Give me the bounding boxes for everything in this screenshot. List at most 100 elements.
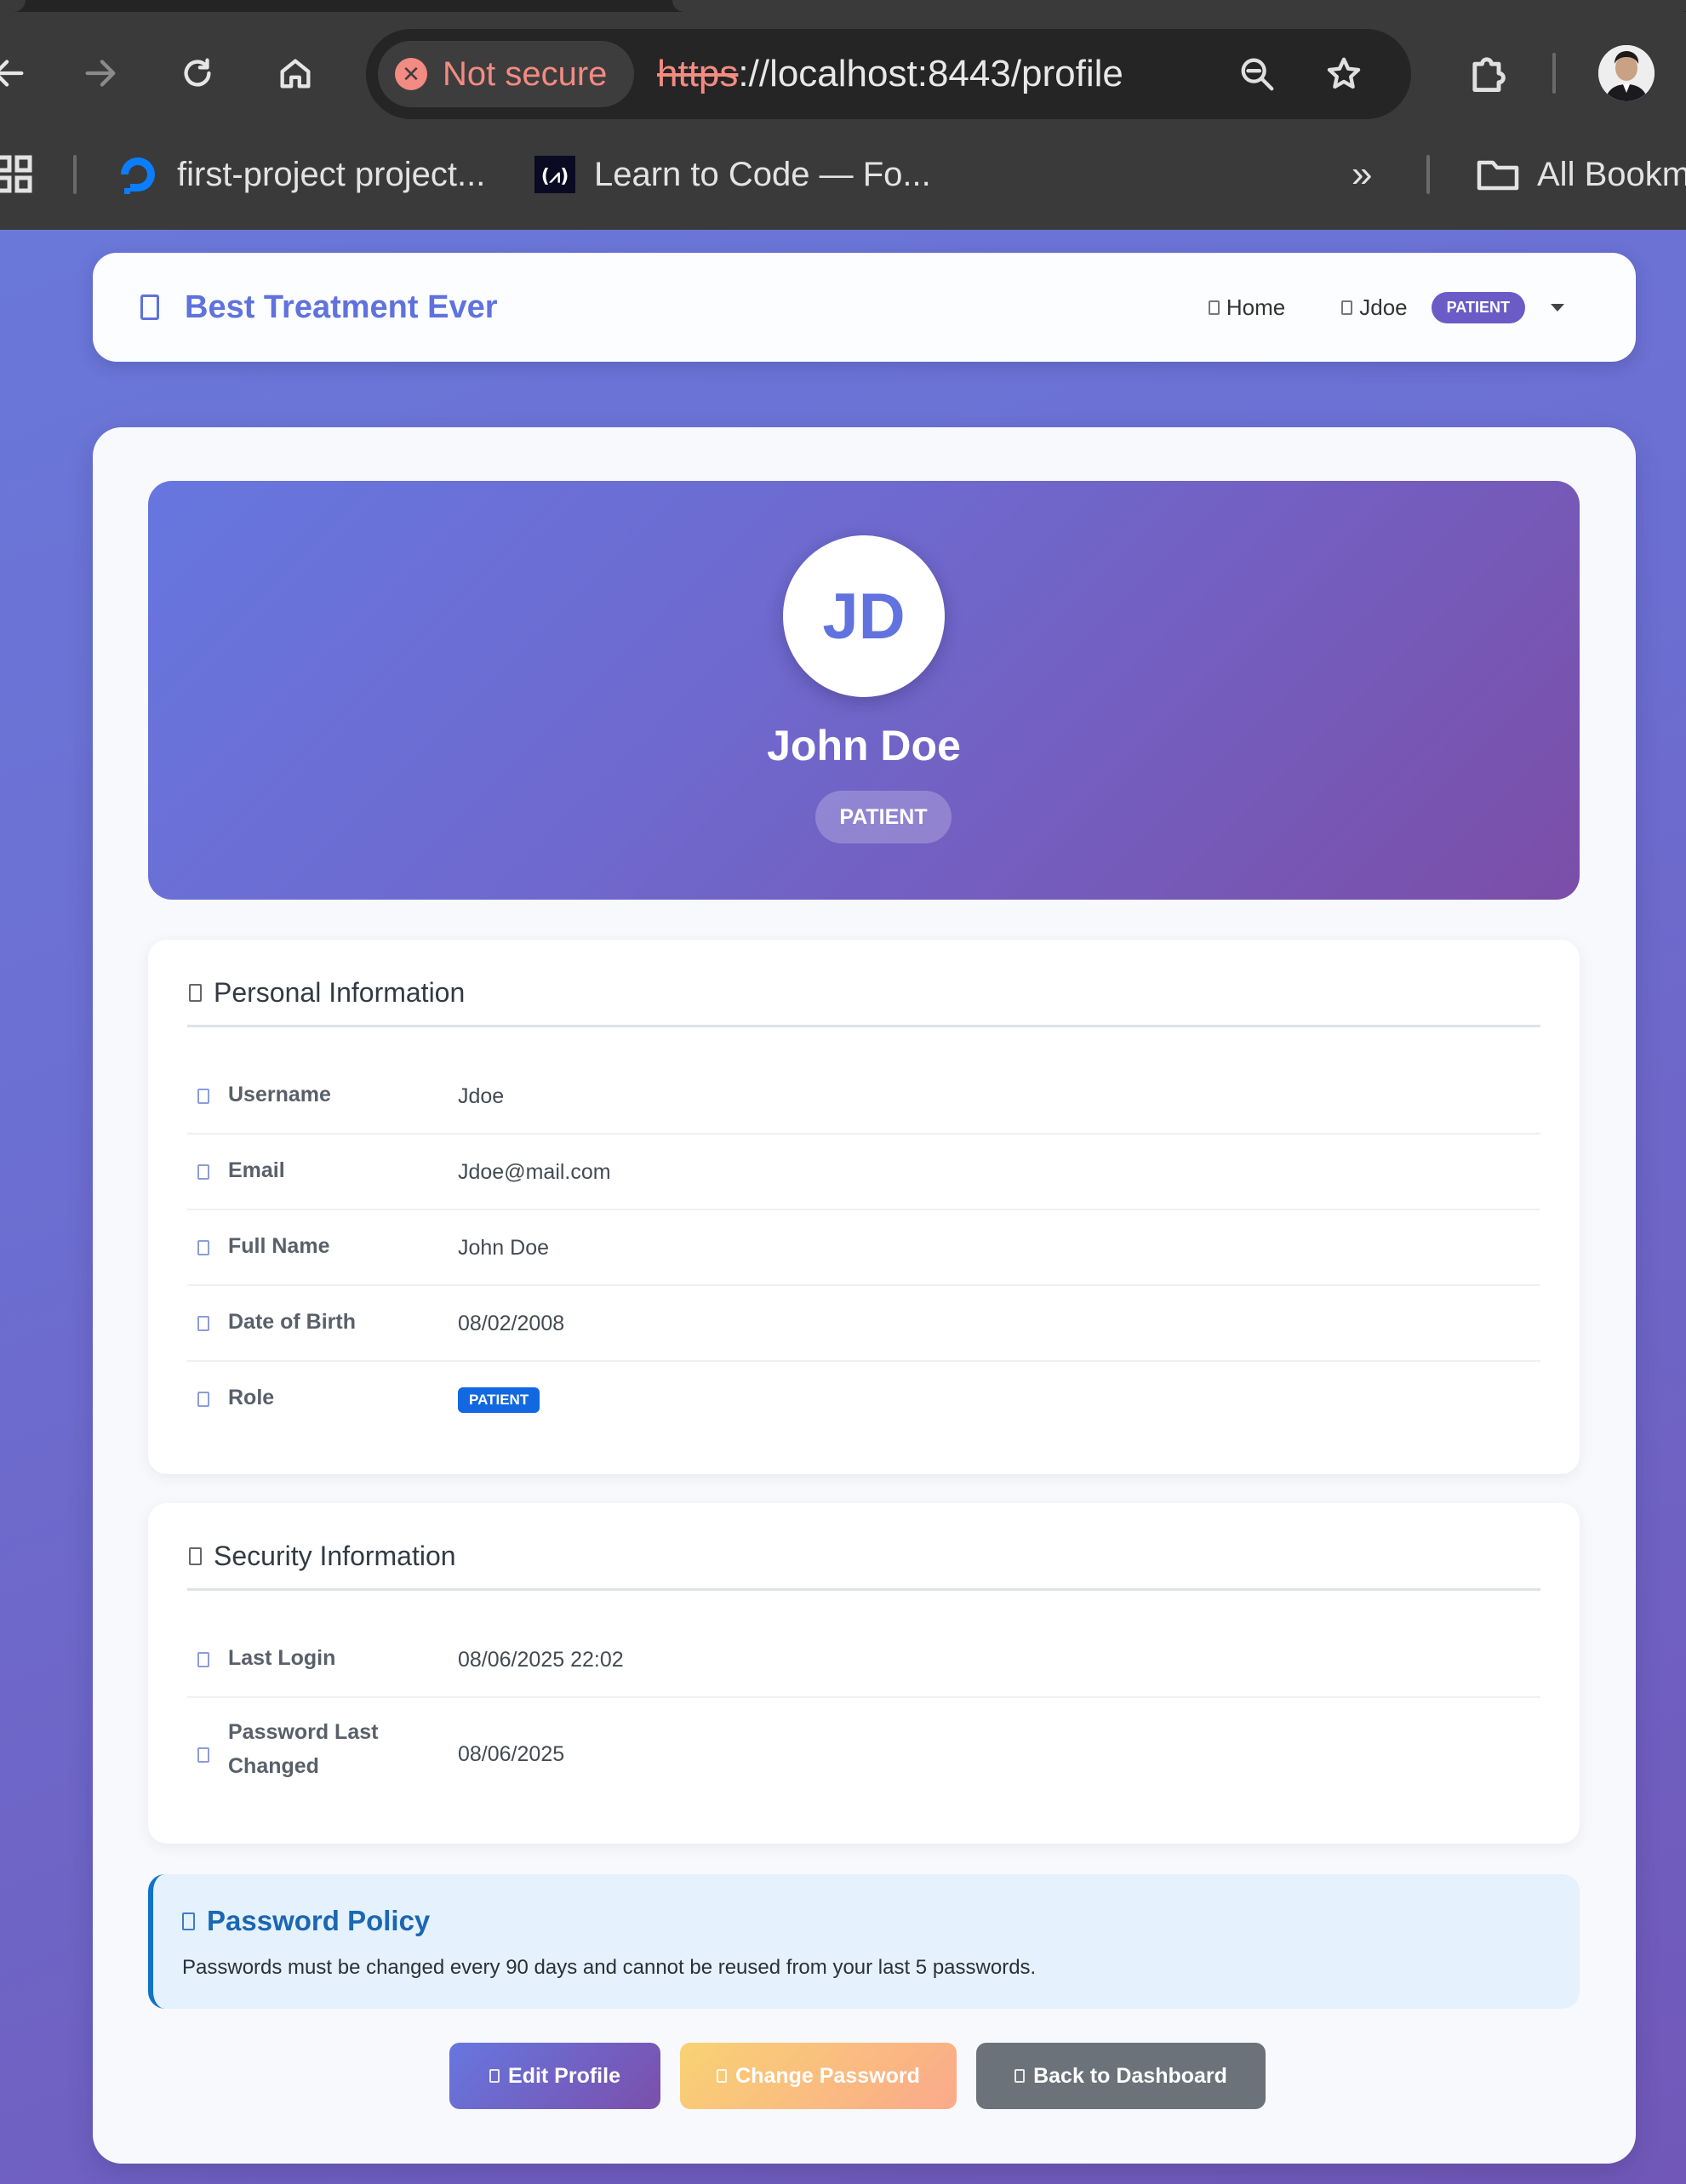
edit-icon: [489, 2069, 500, 2083]
extensions-button[interactable]: [1457, 43, 1518, 104]
url-text[interactable]: https://localhost:8443/profile: [657, 29, 1123, 119]
home-icon: [280, 59, 311, 89]
section-title: Personal Information: [189, 977, 465, 1009]
arrow-left-icon: [1014, 2069, 1026, 2083]
info-label: Full Name: [228, 1234, 330, 1258]
caret-down-icon: [1551, 303, 1564, 312]
reload-button[interactable]: [167, 43, 228, 104]
brand-name: Best Treatment Ever: [185, 289, 498, 325]
profile-avatar[interactable]: [1598, 45, 1655, 101]
section-divider: [187, 1588, 1540, 1591]
toolbar-divider: [1552, 53, 1556, 94]
apps-button[interactable]: [0, 145, 36, 204]
bookmark-label: first-project project...: [177, 155, 486, 193]
profile-role-badge: PATIENT: [815, 791, 952, 843]
section-title-text: Security Information: [214, 1541, 456, 1571]
double-chevron-icon: »: [1352, 153, 1373, 195]
nav-home-label: Home: [1226, 294, 1286, 320]
url-scheme: https: [657, 53, 739, 94]
key-icon: [197, 1747, 209, 1763]
info-value: Jdoe@mail.com: [458, 1160, 611, 1184]
all-bookmarks-button[interactable]: All Bookm: [1476, 145, 1686, 204]
section-title: Security Information: [189, 1541, 456, 1572]
user-circle-icon: [189, 984, 202, 1002]
security-info-section: Security Information Last Login 08/06/20…: [148, 1503, 1580, 1844]
hospital-icon: [140, 294, 159, 320]
profile-name: John Doe: [767, 722, 961, 769]
app-navbar: Best Treatment Ever Home Jdoe PATIENT: [93, 253, 1636, 362]
info-row-password-changed: Password Last Changed 08/06/2025: [187, 1698, 1540, 1809]
policy-text: Passwords must be changed every 90 days …: [182, 1956, 1037, 1979]
info-value: John Doe: [458, 1236, 550, 1260]
tab-strip: [0, 0, 1686, 12]
info-icon: [182, 1912, 195, 1930]
brand-link[interactable]: Best Treatment Ever: [140, 253, 498, 362]
user-icon: [197, 1089, 209, 1104]
calendar-icon: [197, 1316, 209, 1331]
zoom-button[interactable]: [1231, 48, 1283, 100]
user-icon: [1341, 300, 1353, 315]
role-badge: PATIENT: [1431, 291, 1525, 323]
info-value: 08/06/2025 22:02: [458, 1648, 624, 1672]
user-dropdown-toggle[interactable]: Jdoe PATIENT: [1341, 291, 1564, 323]
all-bookmarks-label: All Bookm: [1537, 155, 1686, 193]
info-label: Username: [228, 1083, 331, 1106]
bookmark-divider: [1426, 155, 1430, 194]
navbar-menu: Home Jdoe PATIENT: [1152, 253, 1564, 362]
back-button[interactable]: [0, 43, 39, 104]
nav-home-link[interactable]: Home: [1208, 294, 1286, 321]
section-divider: [187, 1025, 1540, 1027]
info-label: Role: [228, 1386, 275, 1409]
password-policy-alert: Password Policy Passwords must be change…: [148, 1874, 1580, 2009]
avatar: JD: [783, 535, 945, 697]
bookmark-divider: [73, 155, 77, 194]
address-bar[interactable]: ✕ Not secure https://localhost:8443/prof…: [366, 29, 1411, 119]
info-value: PATIENT: [458, 1386, 540, 1413]
change-password-button[interactable]: Change Password: [680, 2043, 957, 2109]
url-path: ://localhost:8443/profile: [738, 53, 1123, 94]
policy-title: Password Policy: [182, 1905, 430, 1937]
personal-info-section: Personal Information Username Jdoe Email…: [148, 940, 1580, 1474]
bookmark-item-freecodecamp[interactable]: (⩘) Learn to Code — Fo...: [533, 145, 931, 204]
clock-icon: [197, 1652, 209, 1667]
bookmarks-bar: first-project project... (⩘) Learn to Co…: [0, 145, 1686, 204]
forward-arrow-icon: [85, 60, 116, 87]
role-badge: PATIENT: [458, 1387, 540, 1413]
shield-icon: [197, 1392, 209, 1407]
folder-icon: [1477, 160, 1519, 191]
back-to-dashboard-button[interactable]: Back to Dashboard: [976, 2043, 1266, 2109]
puzzle-icon: [1472, 57, 1506, 92]
edit-profile-label: Edit Profile: [508, 2063, 620, 2088]
insecure-icon: ✕: [395, 58, 427, 90]
change-password-label: Change Password: [735, 2063, 920, 2088]
back-to-dashboard-label: Back to Dashboard: [1033, 2063, 1227, 2088]
bookmark-star-button[interactable]: [1317, 48, 1370, 100]
shield-icon: [189, 1547, 202, 1565]
info-row-role: Role PATIENT: [187, 1362, 1540, 1438]
back-arrow-icon: [0, 60, 24, 87]
nav-username: Jdoe: [1359, 294, 1408, 320]
profile-card: JD John Doe PATIENT Personal Information…: [93, 427, 1636, 2164]
bookmark-label: Learn to Code — Fo...: [594, 155, 931, 193]
info-value: 08/02/2008: [458, 1312, 565, 1335]
info-row-username: Username Jdoe: [187, 1059, 1540, 1135]
svg-text:(⩘): (⩘): [541, 166, 569, 187]
bookmark-item-first-project[interactable]: first-project project...: [116, 145, 485, 204]
zoom-out-icon: [1241, 58, 1274, 91]
browser-chrome: ✕ Not secure https://localhost:8443/prof…: [0, 0, 1686, 230]
policy-title-text: Password Policy: [207, 1905, 431, 1936]
edit-profile-button[interactable]: Edit Profile: [449, 2043, 660, 2109]
security-chip[interactable]: ✕ Not secure: [378, 41, 635, 107]
apps-grid-icon: [0, 155, 32, 193]
info-label: Password Last Changed: [228, 1720, 379, 1778]
profile-header: JD John Doe PATIENT: [148, 481, 1580, 900]
security-label: Not secure: [443, 54, 608, 93]
home-icon: [1208, 300, 1220, 315]
more-bookmarks-button[interactable]: »: [1352, 145, 1372, 204]
info-row-date-of-birth: Date of Birth 08/02/2008: [187, 1286, 1540, 1362]
info-label: Date of Birth: [228, 1310, 356, 1334]
section-title-text: Personal Information: [214, 977, 466, 1008]
forward-button[interactable]: [70, 43, 131, 104]
home-button[interactable]: [265, 43, 326, 104]
key-icon: [717, 2069, 728, 2083]
